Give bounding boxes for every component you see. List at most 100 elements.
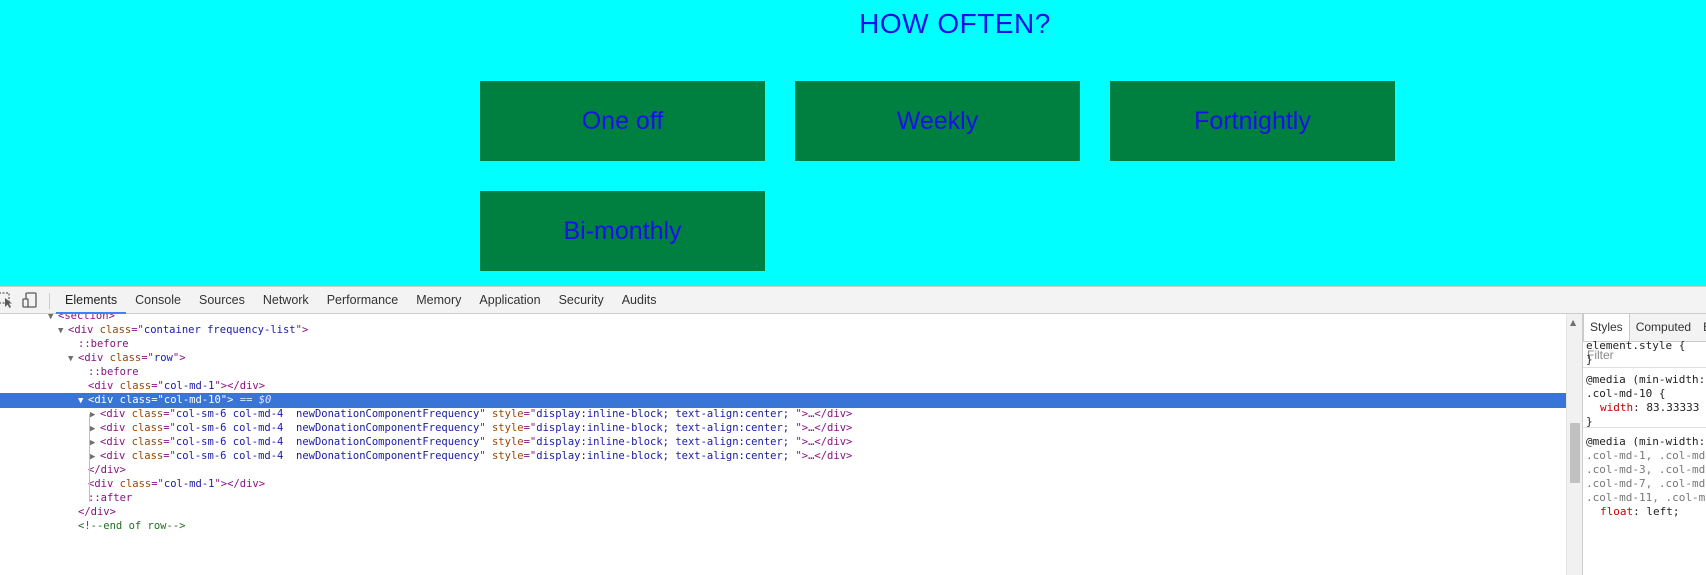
pseudo-element: ::before <box>88 366 139 378</box>
tag-close-bracket: > <box>179 352 186 364</box>
dom-tree-node[interactable]: ▼ <div class="row"> <box>0 351 1566 366</box>
attr-name: style <box>491 408 524 420</box>
attr-value: col-sm-6 col-md-4 newDonationComponentFr… <box>175 450 480 462</box>
dom-tree-node[interactable]: ▶ <div class="col-sm-6 col-md-4 newDonati… <box>0 435 1566 450</box>
style-rule-line[interactable]: element.style { <box>1586 338 1685 353</box>
frequency-option-weekly[interactable]: Weekly <box>795 81 1080 161</box>
attr-name: style <box>491 422 524 434</box>
tab-memory[interactable]: Memory <box>407 287 470 314</box>
attr-quote: =" <box>523 422 537 434</box>
tab-network[interactable]: Network <box>254 287 318 314</box>
elements-scrollbar[interactable]: ▲ <box>1566 314 1582 575</box>
style-rule-line[interactable]: width: 83.33333 <box>1600 400 1699 415</box>
style-rule-line[interactable]: .col-md-1, .col-md <box>1586 448 1705 463</box>
style-rule-line[interactable]: } <box>1586 352 1593 367</box>
attr-quote: =" <box>131 324 144 336</box>
dom-tree-node[interactable]: ::before <box>0 365 1566 380</box>
collapsed-content: …</div> <box>808 436 853 448</box>
tag-name: <div <box>100 436 126 448</box>
tag-end: </div> <box>227 478 266 490</box>
dom-tree-node[interactable]: <div class="col-md-1"></div> <box>0 477 1566 492</box>
scroll-up-arrow-icon[interactable]: ▲ <box>1570 318 1576 327</box>
css-property-name[interactable]: float <box>1600 505 1633 518</box>
attr-value: display:inline-block; text-align:center; <box>536 436 796 448</box>
style-rule-line[interactable]: .col-md-7, .col-md <box>1586 476 1705 491</box>
style-rule-line[interactable]: @media (min-width: <box>1586 434 1705 449</box>
dom-tree-node[interactable]: ▼ <div class="col-md-10"> == $0 <box>0 393 1566 408</box>
frequency-option-fortnightly[interactable]: Fortnightly <box>1110 81 1395 161</box>
inspect-icon[interactable] <box>0 291 14 309</box>
style-rule-line[interactable]: .col-md-11, .col-m <box>1586 490 1705 505</box>
attr-name: style <box>491 436 524 448</box>
style-rule-line[interactable]: .col-md-10 { <box>1586 386 1665 401</box>
tab-console[interactable]: Console <box>126 287 190 314</box>
attr-value: col-sm-6 col-md-4 newDonationComponentFr… <box>175 436 480 448</box>
css-property-name[interactable]: width <box>1600 401 1633 414</box>
attr-quote: =" <box>151 380 164 392</box>
tab-sources[interactable]: Sources <box>190 287 254 314</box>
selected-node-marker: == $0 <box>233 394 272 406</box>
tag-name: <div <box>100 450 126 462</box>
pseudo-element: ::before <box>78 338 129 350</box>
scrollbar-thumb[interactable] <box>1570 423 1580 483</box>
attr-name: class <box>119 478 152 490</box>
attr-quote: =" <box>523 450 537 462</box>
tab-audits[interactable]: Audits <box>613 287 666 314</box>
css-property-value[interactable]: : 83.33333 <box>1633 401 1699 414</box>
device-toggle-icon[interactable] <box>22 291 38 309</box>
attr-quote: =" <box>141 352 154 364</box>
tag-name: <div <box>88 478 114 490</box>
attr-quote: =" <box>163 436 176 448</box>
dom-tree-node[interactable]: <div class="col-md-1"></div> <box>0 379 1566 394</box>
attr-quote: =" <box>163 450 176 462</box>
tab-security[interactable]: Security <box>550 287 613 314</box>
dom-tree-node[interactable]: ::after <box>0 491 1566 506</box>
tag-open: <section> <box>58 314 115 322</box>
tab-styles[interactable]: Styles <box>1583 314 1630 341</box>
dom-tree-node[interactable]: ▶ <div class="col-sm-6 col-md-4 newDonati… <box>0 449 1566 464</box>
attr-name: class <box>131 436 164 448</box>
page-viewport: HOW OFTEN? One off Weekly Fortnightly Bi… <box>0 0 1706 286</box>
tag-name: <div <box>100 422 126 434</box>
attr-value: col-sm-6 col-md-4 newDonationComponentFr… <box>175 422 480 434</box>
style-rule-line[interactable]: float: left; <box>1600 504 1679 519</box>
tab-application[interactable]: Application <box>470 287 549 314</box>
attr-name: style <box>491 450 524 462</box>
frequency-option-bi-monthly[interactable]: Bi-monthly <box>480 191 765 271</box>
tag-end: </div> <box>227 380 266 392</box>
attr-name: class <box>99 324 132 336</box>
attr-value: row <box>153 352 173 364</box>
toolbar-separator <box>49 293 50 309</box>
tab-elements[interactable]: Elements <box>56 287 127 314</box>
dom-tree-node[interactable]: ▶ <div class="col-sm-6 col-md-4 newDonati… <box>0 407 1566 422</box>
styles-sidebar: Styles Computed E Filter element.style {… <box>1582 314 1706 575</box>
attr-name: class <box>119 394 152 406</box>
dom-tree-node[interactable]: <!--end of row--> <box>0 519 1566 534</box>
attr-value: col-sm-6 col-md-4 newDonationComponentFr… <box>175 408 480 420</box>
frequency-option-one-off[interactable]: One off <box>480 81 765 161</box>
style-rule-line[interactable]: } <box>1586 414 1593 429</box>
dom-tree-node[interactable]: ::before <box>0 337 1566 352</box>
tab-computed[interactable]: Computed <box>1630 314 1697 341</box>
style-rule-line[interactable]: @media (min-width: <box>1586 372 1705 387</box>
collapsed-content: …</div> <box>808 422 853 434</box>
dom-tree-node[interactable]: </div> <box>0 463 1566 478</box>
tab-performance[interactable]: Performance <box>318 287 408 314</box>
dom-tree-node[interactable]: ▼ <div class="container frequency-list"> <box>0 323 1566 338</box>
attr-quote: =" <box>163 422 176 434</box>
attr-name: class <box>131 450 164 462</box>
attr-value: display:inline-block; text-align:center; <box>536 450 796 462</box>
pseudo-element: ::after <box>88 492 133 504</box>
dom-tree-node[interactable]: </div> <box>0 505 1566 520</box>
tag-name: <div <box>88 394 114 406</box>
tab-event-listeners[interactable]: E <box>1697 314 1706 341</box>
tag-name: <div <box>78 352 104 364</box>
style-rule-line[interactable]: .col-md-3, .col-md <box>1586 462 1705 477</box>
tag-end: </div> <box>88 464 126 476</box>
attr-value: container frequency-list <box>143 324 296 336</box>
dom-tree-node[interactable]: ▶ <div class="col-sm-6 col-md-4 newDonati… <box>0 421 1566 436</box>
devtools-tabs: Elements Console Sources Network Perform… <box>56 287 665 315</box>
attr-quote: =" <box>151 394 164 406</box>
css-property-value[interactable]: : left; <box>1633 505 1679 518</box>
tree-indent-guide <box>89 414 90 502</box>
